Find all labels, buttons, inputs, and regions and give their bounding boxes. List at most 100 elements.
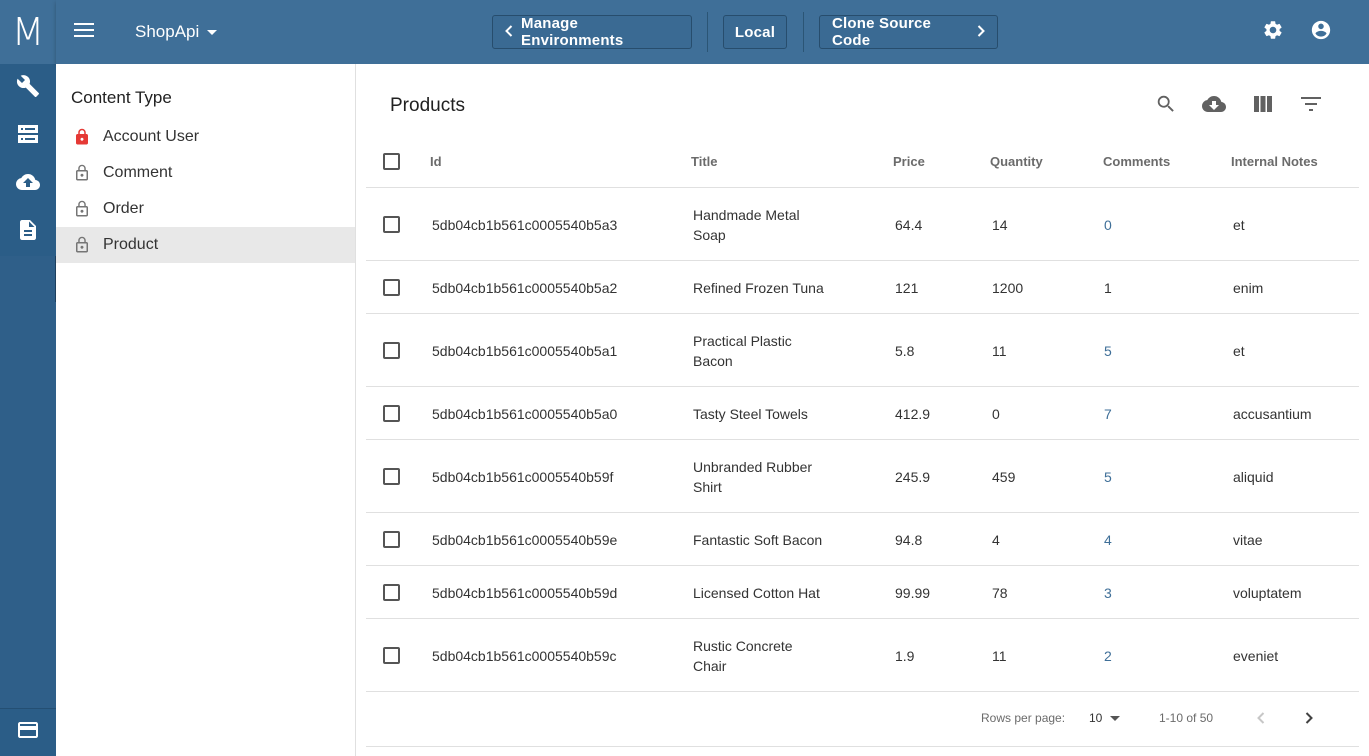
cell-id: 5db04cb1b561c0005540b59f [432, 469, 614, 485]
cell-title-line: Licensed Cotton Hat [693, 585, 820, 601]
cloud-upload-icon [16, 170, 40, 199]
rail-data-button[interactable] [0, 112, 56, 160]
rail-schema-button[interactable] [0, 64, 56, 112]
column-header-id[interactable]: Id [430, 154, 442, 169]
cell-title-line: Fantastic Soft Bacon [693, 532, 823, 548]
sidebar-item-label: Comment [103, 164, 173, 181]
cell-title: Handmade Metal Soap [693, 205, 800, 245]
cell-quantity: 11 [992, 648, 1007, 664]
column-header-internal-notes[interactable]: Internal Notes [1231, 154, 1318, 169]
wrench-icon [16, 74, 40, 103]
table-row[interactable]: 5db04cb1b561c0005540b59c Rustic Concrete C… [366, 619, 1359, 692]
cell-title-line: Tasty Steel Towels [693, 406, 808, 422]
cell-comments[interactable]: 4 [1104, 530, 1112, 550]
row-checkbox[interactable] [383, 531, 400, 548]
lock-open-icon [73, 164, 91, 182]
manage-environments-button[interactable]: Manage Environments [492, 15, 692, 49]
cell-id: 5db04cb1b561c0005540b5a1 [432, 343, 618, 359]
toolbar-divider [707, 12, 708, 52]
cell-internal-notes: voluptatem [1233, 585, 1302, 601]
column-header-quantity[interactable]: Quantity [990, 154, 1043, 169]
cell-id: 5db04cb1b561c0005540b59e [432, 532, 618, 548]
sidebar-item-product[interactable]: Product [56, 227, 355, 263]
cell-comments[interactable]: 5 [1104, 341, 1112, 361]
table-row[interactable]: 5db04cb1b561c0005540b5a2 Refined Frozen T… [366, 261, 1359, 314]
cell-title-line: Unbranded Rubber [693, 459, 813, 475]
table-row[interactable]: 5db04cb1b561c0005540b5a0 Tasty Steel Towe… [366, 387, 1359, 440]
previous-page-button[interactable] [1249, 708, 1273, 732]
settings-button[interactable] [1261, 20, 1285, 44]
environment-button[interactable]: Local [723, 15, 787, 49]
account-button[interactable] [1309, 20, 1333, 44]
sidebar-item-comment[interactable]: Comment [56, 155, 355, 191]
row-checkbox[interactable] [383, 584, 400, 601]
clone-source-code-button[interactable]: Clone Source Code [819, 15, 998, 49]
cell-title: Practical Plastic Bacon [693, 331, 792, 371]
caret-down-icon [1110, 715, 1121, 721]
cell-comments[interactable]: 3 [1104, 583, 1112, 603]
table-row[interactable]: 5db04cb1b561c0005540b5a3 Handmade Metal So… [366, 188, 1359, 261]
cell-price: 94.8 [895, 532, 923, 548]
download-button[interactable] [1202, 94, 1226, 118]
row-checkbox[interactable] [383, 342, 400, 359]
pagination: Rows per page: 10 1-10 of 50 [356, 694, 1359, 746]
project-selector[interactable]: ShopApi [135, 20, 218, 44]
rows-per-page-select[interactable]: 10 [1089, 708, 1121, 728]
cell-title-line: Refined Frozen Tuna [693, 280, 824, 296]
rail-billing-button[interactable] [0, 708, 56, 756]
column-header-comments[interactable]: Comments [1103, 154, 1170, 169]
cell-comments[interactable]: 5 [1104, 467, 1112, 487]
cell-comments: 1 [1104, 280, 1112, 296]
row-checkbox[interactable] [383, 405, 400, 422]
select-all-checkbox[interactable] [383, 153, 400, 170]
cell-title: Fantastic Soft Bacon [693, 530, 822, 550]
sidebar-item-order[interactable]: Order [56, 191, 355, 227]
table-row[interactable]: 5db04cb1b561c0005540b59e Fantastic Soft B… [366, 513, 1359, 566]
content-type-sidebar: Content Type Account User Comment Order … [56, 64, 356, 756]
cell-price: 245.9 [895, 469, 931, 485]
cell-internal-notes: eveniet [1233, 648, 1279, 664]
cell-internal-notes: enim [1233, 280, 1264, 296]
table-row[interactable]: 5db04cb1b561c0005540b59f Unbranded Rubber… [366, 440, 1359, 513]
cell-internal-notes: et [1233, 217, 1245, 233]
rail-deploy-button[interactable] [0, 160, 56, 208]
row-checkbox[interactable] [383, 216, 400, 233]
top-bar: ShopApi Manage Environments Local Clone … [56, 0, 1369, 64]
cell-quantity: 14 [992, 217, 1008, 233]
cell-title: Unbranded Rubber Shirt [693, 457, 812, 497]
cell-comments[interactable]: 0 [1104, 215, 1112, 235]
next-page-button[interactable] [1297, 708, 1321, 732]
column-header-price[interactable]: Price [893, 154, 925, 169]
chevron-right-icon [977, 24, 985, 41]
cell-comments[interactable]: 2 [1104, 646, 1112, 666]
credit-card-icon [16, 718, 40, 747]
filter-button[interactable] [1299, 94, 1323, 118]
row-checkbox[interactable] [383, 468, 400, 485]
cell-internal-notes: accusantium [1233, 406, 1312, 422]
main-panel: Products Id Title Price Quantity Comment… [356, 64, 1369, 756]
cell-price: 412.9 [895, 406, 931, 422]
sidebar-item-account-user[interactable]: Account User [56, 119, 355, 155]
toolbar-divider [803, 12, 804, 52]
cell-id: 5db04cb1b561c0005540b59c [432, 648, 617, 664]
rows-per-page-value: 10 [1089, 711, 1103, 725]
table-row[interactable]: 5db04cb1b561c0005540b59d Licensed Cotton … [366, 566, 1359, 619]
row-checkbox[interactable] [383, 279, 400, 296]
cell-internal-notes: et [1233, 343, 1245, 359]
search-icon [1155, 93, 1177, 120]
cell-internal-notes: vitae [1233, 532, 1263, 548]
cell-internal-notes: aliquid [1233, 469, 1274, 485]
row-checkbox[interactable] [383, 647, 400, 664]
menu-button[interactable] [68, 16, 100, 48]
column-header-title[interactable]: Title [691, 154, 718, 169]
cell-comments[interactable]: 7 [1104, 404, 1112, 424]
chevron-left-icon [1257, 711, 1265, 729]
rail-docs-button[interactable] [0, 208, 56, 256]
columns-button[interactable] [1251, 94, 1275, 118]
rail-spacer [0, 256, 56, 708]
app-logo[interactable]: M [0, 0, 56, 64]
table-row[interactable]: 5db04cb1b561c0005540b5a1 Practical Plasti… [366, 314, 1359, 387]
search-button[interactable] [1154, 94, 1178, 118]
sidebar-title: Content Type [71, 88, 172, 107]
cell-title: Rustic Concrete Chair [693, 636, 793, 676]
